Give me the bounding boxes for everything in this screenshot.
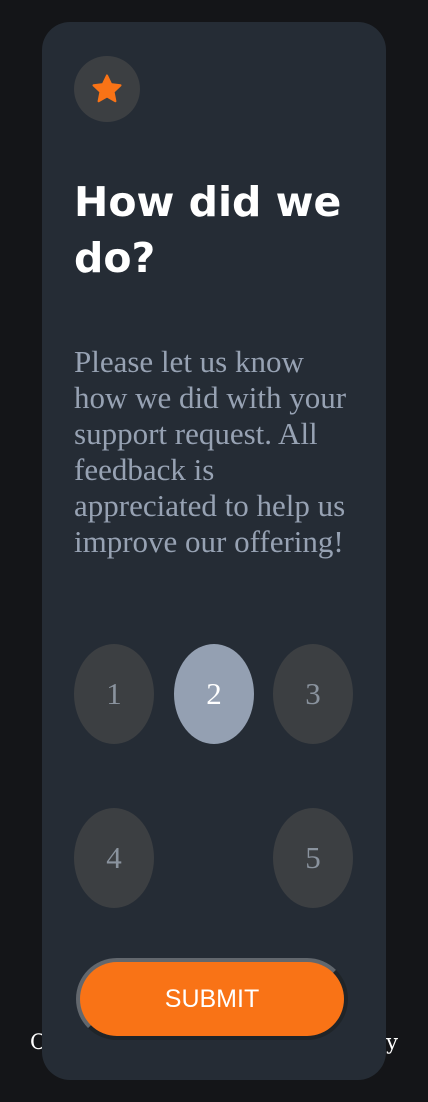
star-icon xyxy=(92,74,122,103)
rating-button-1[interactable]: 1 xyxy=(74,644,154,744)
rating-button-5[interactable]: 5 xyxy=(273,808,353,908)
rating-button-3[interactable]: 3 xyxy=(273,644,353,744)
rating-card: How did we do? Please let us know how we… xyxy=(42,22,386,1080)
submit-button[interactable]: SUBMIT xyxy=(76,958,348,1040)
rating-button-4[interactable]: 4 xyxy=(74,808,154,908)
page-title: How did we do? xyxy=(74,178,342,282)
description-text: Please let us know how we did with your … xyxy=(74,344,347,559)
rating-button-2[interactable]: 2 xyxy=(174,644,254,744)
footer-text-right: y xyxy=(386,1030,398,1054)
star-badge xyxy=(74,56,140,122)
